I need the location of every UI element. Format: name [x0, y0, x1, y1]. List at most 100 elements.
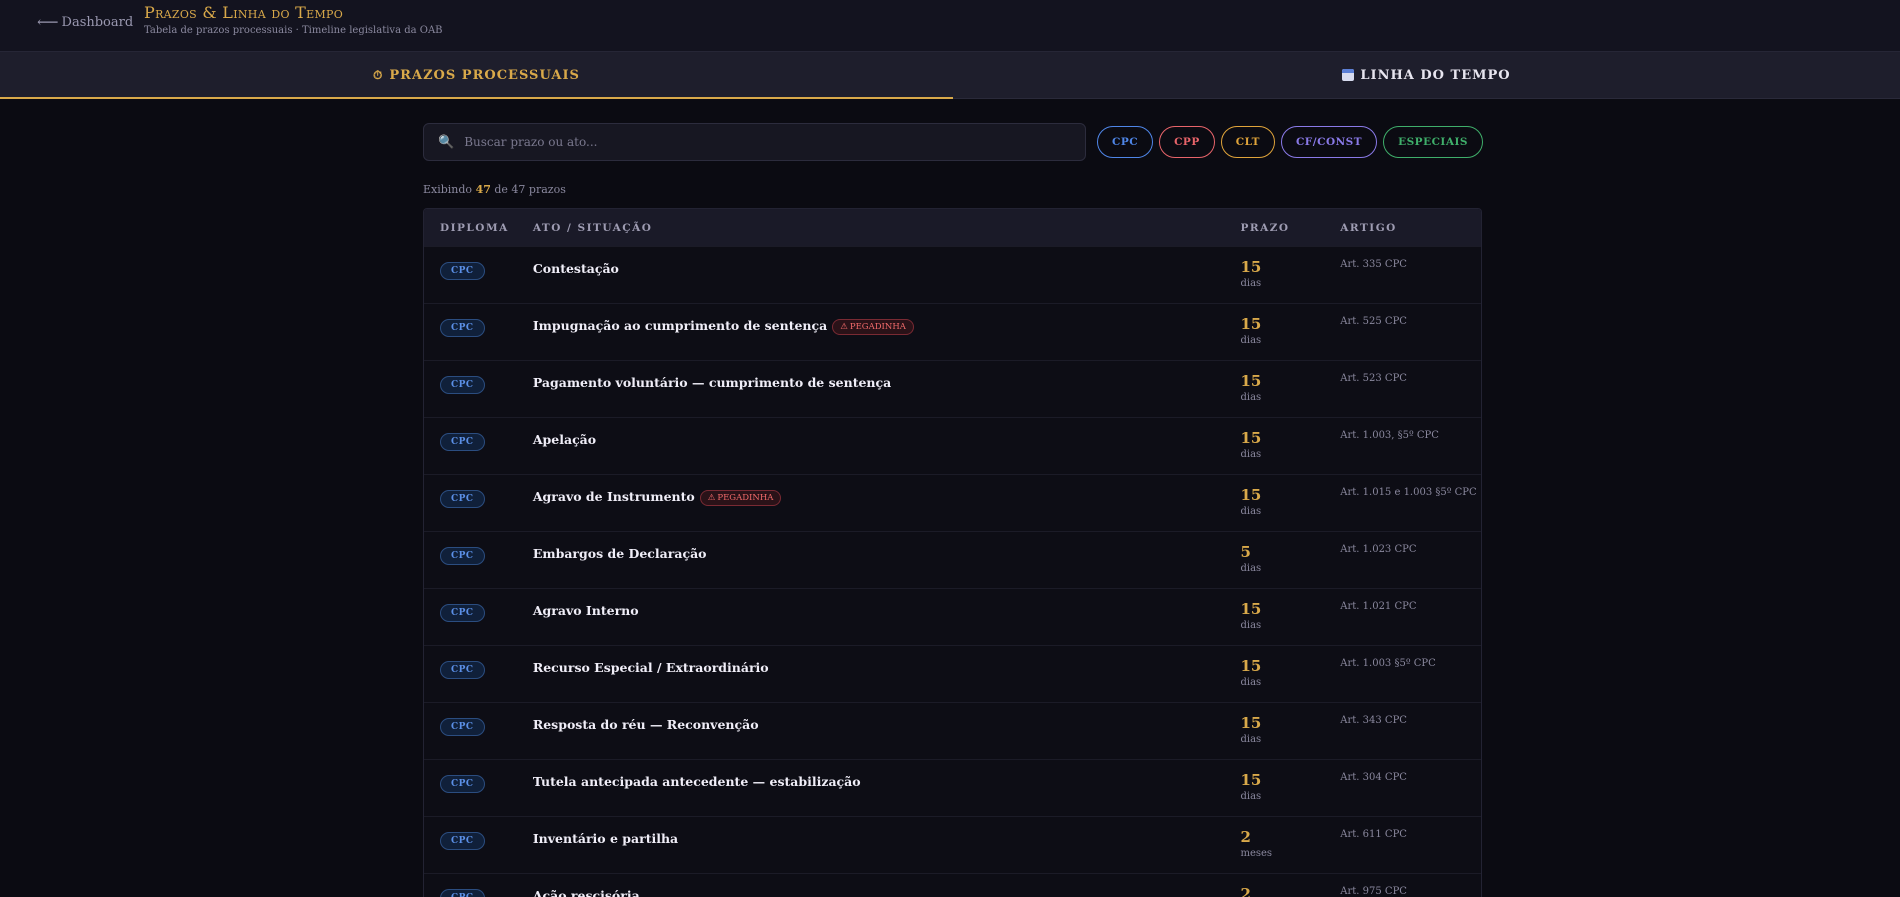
prazo-value: 15 [1240, 372, 1262, 390]
filter-chip-cpp[interactable]: CPP [1159, 126, 1215, 158]
cell-artigo: Art. 304 CPC [1340, 760, 1481, 784]
prazo-value: 15 [1240, 771, 1262, 789]
filter-chip-cfconst[interactable]: CF/CONST [1280, 126, 1378, 158]
table-row[interactable]: CPC Inventário e partilha 2 meses Art. 611 C… [424, 816, 1481, 873]
table-row[interactable]: CPC Pagamento voluntário — cumprimento de… [424, 360, 1481, 417]
cell-prazo: 15 dias [1240, 475, 1340, 517]
ato-text: Contestação [532, 261, 619, 276]
cell-diploma: CPC [424, 361, 533, 394]
ato-text: Recurso Especial / Extraordinário [532, 660, 769, 675]
table-row[interactable]: CPC Embargos de Declaração 5 dias Art. 1.023… [424, 531, 1481, 588]
prazo-unit: dias [1240, 563, 1262, 574]
cell-artigo: Art. 343 CPC [1340, 703, 1481, 727]
ato-text: Resposta do réu — Reconvenção [532, 717, 759, 732]
page-title: Prazos & Linha do Tempo [144, 3, 344, 22]
pegadinha-badge: ⚠ PEGADINHA [832, 319, 914, 335]
prazo-unit: dias [1240, 734, 1262, 745]
table-row[interactable]: CPC Agravo Interno 15 dias Art. 1.021 CPC [424, 588, 1481, 645]
search-input[interactable] [464, 135, 1085, 149]
count-prefix: Exibindo [423, 183, 473, 196]
table-row[interactable]: CPC Tutela antecipada antecedente — estab… [424, 759, 1481, 816]
cell-artigo: Art. 1.023 CPC [1340, 532, 1481, 556]
back-link-label: Dashboard [61, 14, 134, 30]
cell-artigo: Art. 611 CPC [1340, 817, 1481, 841]
table-row[interactable]: CPC Ação rescisória 2anosArt. 975 CPC [424, 873, 1481, 897]
artigo-text: Art. 1.003 §5º CPC [1340, 658, 1436, 669]
prazo-value: 5 [1240, 543, 1251, 561]
warning-icon: ⚠ [707, 493, 716, 503]
prazo-unit: dias [1240, 506, 1262, 517]
diploma-badge: CPC [440, 547, 485, 565]
prazo-value: 15 [1240, 486, 1262, 504]
table-row[interactable]: CPC Apelação 15 dias Art. 1.003, §5º CPC [424, 417, 1481, 474]
cell-artigo: Art. 1.003 §5º CPC [1340, 646, 1481, 670]
tab-label: LINHA DO TEMPO [1360, 67, 1511, 83]
cell-ato: Inventário e partilha [533, 817, 1241, 847]
prazo-value: 15 [1240, 600, 1262, 618]
cell-diploma: CPC [424, 817, 533, 850]
table-body: CPC Contestação 15 dias Art. 335 CPC CPC Impug… [424, 246, 1481, 897]
back-to-dashboard-link[interactable]: ⟵ Dashboard [37, 13, 133, 31]
cell-diploma: CPC [424, 532, 533, 565]
stopwatch-icon: ⏱ [373, 67, 384, 82]
header-diploma[interactable]: DIPLOMA [424, 222, 533, 234]
filter-chip-clt[interactable]: CLT [1220, 126, 1275, 158]
ato-text: Embargos de Declaração [532, 546, 707, 561]
tab-bar: ⏱ PRAZOS PROCESSUAIS LINHA DO TEMPO [0, 52, 1900, 99]
cell-ato: Recurso Especial / Extraordinário [533, 646, 1241, 676]
cell-ato: Tutela antecipada antecedente — estabili… [533, 760, 1241, 790]
artigo-text: Art. 343 CPC [1340, 715, 1407, 726]
filter-chip-cpc[interactable]: CPC [1096, 126, 1154, 158]
cell-ato: Agravo Interno [533, 589, 1241, 619]
table-row[interactable]: CPC Contestação 15 dias Art. 335 CPC [424, 246, 1481, 303]
table-row[interactable]: CPC Recurso Especial / Extraordinário 15 di… [424, 645, 1481, 702]
cell-prazo: 15 dias [1240, 703, 1340, 745]
diploma-badge: CPC [440, 376, 485, 394]
prazo-value: 15 [1240, 657, 1262, 675]
diploma-badge: CPC [440, 889, 485, 897]
tab-label: PRAZOS PROCESSUAIS [389, 67, 580, 83]
cell-artigo: Art. 1.003, §5º CPC [1340, 418, 1481, 442]
cell-ato: Resposta do réu — Reconvenção [533, 703, 1241, 733]
cell-prazo: 2anos [1240, 874, 1340, 897]
artigo-text: Art. 611 CPC [1340, 829, 1407, 840]
diploma-badge: CPC [440, 718, 485, 736]
cell-artigo: Art. 975 CPC [1340, 874, 1481, 897]
table-row[interactable]: CPC Agravo de Instrumento ⚠ PEGADINHA 15 dias… [424, 474, 1481, 531]
main-content: 🔍 CPCCPPCLTCF/CONSTESPECIAIS Exibindo 47… [423, 123, 1483, 897]
header-prazo[interactable]: PRAZO [1240, 222, 1340, 234]
cell-diploma: CPC [424, 247, 533, 280]
cell-diploma: CPC [424, 874, 533, 897]
filter-chip-especiais[interactable]: ESPECIAIS [1383, 126, 1483, 158]
diploma-badge: CPC [440, 604, 485, 622]
cell-ato: Apelação [533, 418, 1241, 448]
table-row[interactable]: CPC Resposta do réu — Reconvenção 15 dias Ar… [424, 702, 1481, 759]
prazo-unit: dias [1240, 677, 1262, 688]
table-header: DIPLOMA ATO / SITUAÇÃO PRAZO ARTIGO [424, 209, 1481, 246]
prazo-value: 15 [1240, 258, 1262, 276]
header-artigo[interactable]: ARTIGO [1340, 222, 1481, 234]
ato-text: Agravo de Instrumento [532, 489, 695, 504]
diploma-badge: CPC [440, 433, 485, 451]
tab-prazos-processuais[interactable]: ⏱ PRAZOS PROCESSUAIS [0, 52, 953, 99]
cell-ato: Embargos de Declaração [533, 532, 1241, 562]
cell-diploma: CPC [424, 589, 533, 622]
artigo-text: Art. 523 CPC [1340, 373, 1407, 384]
table-row[interactable]: CPC Impugnação ao cumprimento de sentença… [424, 303, 1481, 360]
cell-prazo: 15 dias [1240, 589, 1340, 631]
search-box[interactable]: 🔍 [423, 123, 1086, 161]
artigo-text: Art. 1.023 CPC [1340, 544, 1417, 555]
prazo-unit: meses [1240, 848, 1273, 859]
cell-diploma: CPC [424, 475, 533, 508]
header-ato[interactable]: ATO / SITUAÇÃO [533, 222, 1241, 234]
cell-prazo: 5 dias [1240, 532, 1340, 574]
prazo-unit: dias [1240, 278, 1262, 289]
tab-linha-do-tempo[interactable]: LINHA DO TEMPO [953, 52, 1900, 98]
pegadinha-label: PEGADINHA [849, 322, 906, 332]
prazo-value: 2 [1240, 828, 1251, 846]
artigo-text: Art. 1.015 e 1.003 §5º CPC [1340, 487, 1477, 498]
cell-diploma: CPC [424, 304, 533, 337]
count-total: de 47 prazos [494, 183, 566, 196]
artigo-text: Art. 304 CPC [1340, 772, 1407, 783]
search-icon: 🔍 [438, 134, 455, 150]
